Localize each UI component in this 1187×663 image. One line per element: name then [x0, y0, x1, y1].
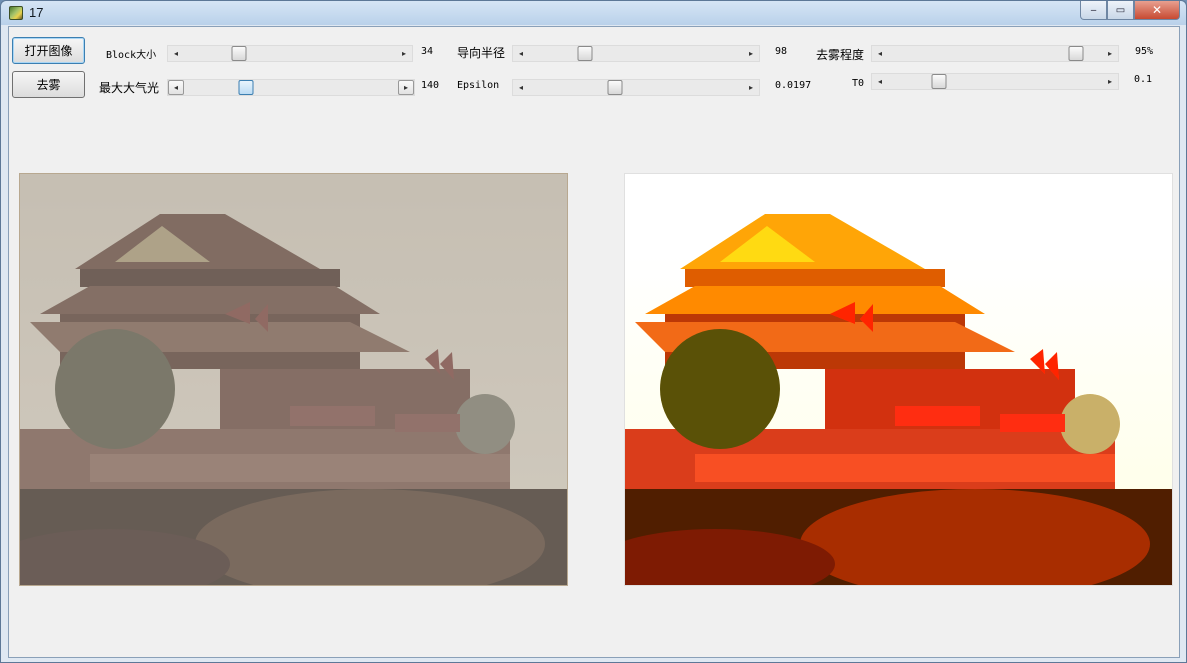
guided-radius-value: 98	[775, 46, 788, 57]
scroll-right-arrow-icon[interactable]: ▸	[396, 46, 412, 61]
original-image-panel	[19, 173, 568, 586]
slider-thumb[interactable]	[231, 46, 247, 61]
dehaze-degree-value: 95%	[1135, 46, 1154, 57]
guided-radius-slider[interactable]: ◂ ▸	[512, 45, 760, 62]
dehaze-degree-label: 去雾程度	[816, 48, 865, 62]
slider-thumb[interactable]	[1068, 46, 1084, 61]
slider-track[interactable]	[184, 80, 398, 95]
dehazed-result-image	[625, 174, 1172, 585]
app-window: 17 ‒ ▭ ✕ 打开图像 去雾 Block大小 ◂ ▸ 34 最大大气光 ◂ …	[0, 0, 1187, 663]
scroll-right-arrow-icon[interactable]: ▸	[1102, 74, 1118, 89]
max-atmospheric-light-value: 140	[421, 80, 440, 91]
window-title: 17	[29, 5, 44, 20]
max-atmospheric-light-label: 最大大气光	[99, 81, 160, 95]
scroll-right-arrow-icon[interactable]: ▸	[398, 80, 414, 95]
epsilon-slider[interactable]: ◂ ▸	[512, 79, 760, 96]
scroll-left-arrow-icon[interactable]: ◂	[872, 46, 888, 61]
scroll-left-arrow-icon[interactable]: ◂	[513, 46, 529, 61]
slider-track[interactable]	[184, 46, 396, 61]
t0-label: T0	[852, 78, 865, 89]
dehaze-degree-slider[interactable]: ◂ ▸	[871, 45, 1119, 62]
epsilon-label: Epsilon	[457, 80, 500, 91]
minimize-button[interactable]: ‒	[1080, 1, 1107, 20]
slider-track[interactable]	[888, 74, 1102, 89]
original-hazy-image	[20, 174, 567, 585]
block-size-label: Block大小	[106, 50, 157, 61]
scroll-right-arrow-icon[interactable]: ▸	[743, 46, 759, 61]
slider-track[interactable]	[529, 80, 743, 95]
block-size-value: 34	[421, 46, 434, 57]
maximize-button[interactable]: ▭	[1107, 1, 1134, 20]
close-button[interactable]: ✕	[1134, 1, 1180, 20]
open-image-button[interactable]: 打开图像	[12, 37, 85, 64]
scroll-right-arrow-icon[interactable]: ▸	[743, 80, 759, 95]
epsilon-value: 0.0197	[775, 80, 812, 91]
max-atmospheric-light-slider[interactable]: ◂ ▸	[167, 79, 415, 96]
scroll-left-arrow-icon[interactable]: ◂	[513, 80, 529, 95]
scroll-left-arrow-icon[interactable]: ◂	[872, 74, 888, 89]
slider-track[interactable]	[529, 46, 743, 61]
scroll-right-arrow-icon[interactable]: ▸	[1102, 46, 1118, 61]
client-area: 打开图像 去雾 Block大小 ◂ ▸ 34 最大大气光 ◂ ▸ 140 导向半…	[8, 26, 1180, 658]
window-controls: ‒ ▭ ✕	[1080, 1, 1180, 20]
t0-slider[interactable]: ◂ ▸	[871, 73, 1119, 90]
t0-value: 0.1	[1134, 74, 1153, 85]
app-icon	[9, 6, 23, 20]
scroll-left-arrow-icon[interactable]: ◂	[168, 46, 184, 61]
guided-radius-label: 导向半径	[457, 46, 506, 60]
slider-thumb[interactable]	[577, 46, 593, 61]
slider-thumb[interactable]	[238, 80, 254, 95]
dehaze-button[interactable]: 去雾	[12, 71, 85, 98]
slider-track[interactable]	[888, 46, 1102, 61]
block-size-slider[interactable]: ◂ ▸	[167, 45, 413, 62]
scroll-left-arrow-icon[interactable]: ◂	[168, 80, 184, 95]
dehazed-result-panel	[624, 173, 1173, 586]
slider-thumb[interactable]	[607, 80, 623, 95]
slider-thumb[interactable]	[931, 74, 947, 89]
title-bar[interactable]: 17 ‒ ▭ ✕	[1, 1, 1186, 25]
